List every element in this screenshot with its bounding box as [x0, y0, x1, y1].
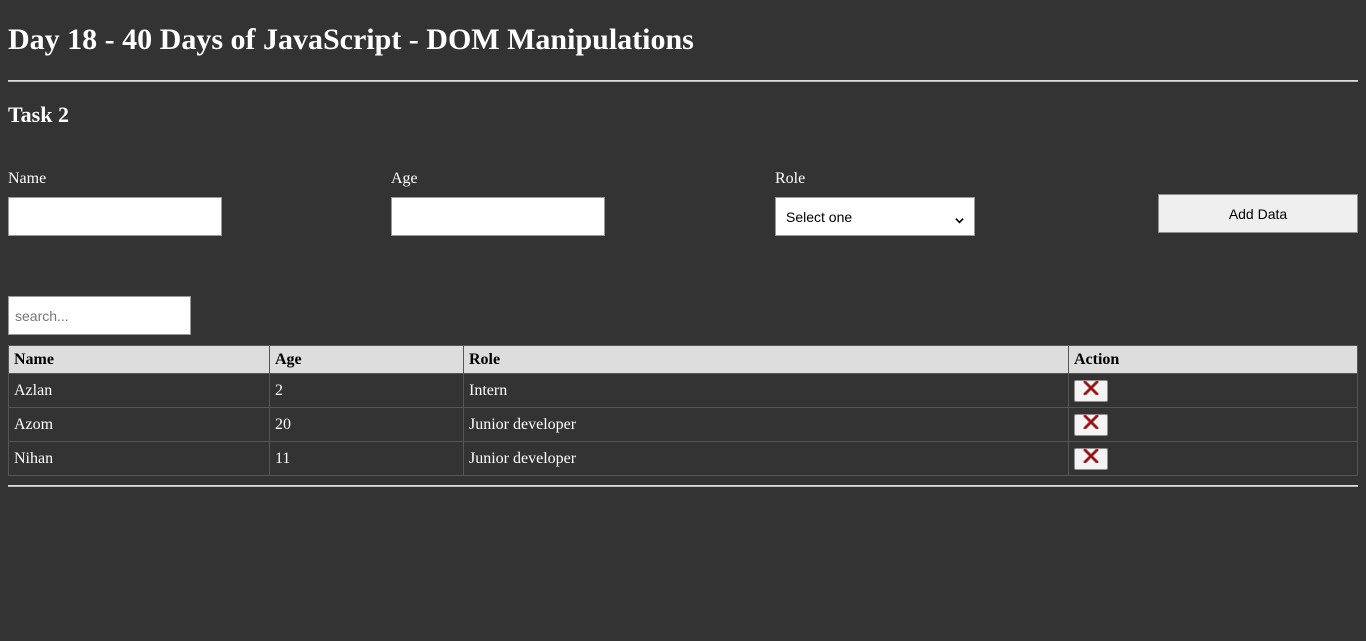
add-data-button[interactable]: Add Data — [1158, 194, 1358, 233]
page-title: Day 18 - 40 Days of JavaScript - DOM Man… — [8, 23, 694, 56]
search-input[interactable] — [8, 296, 191, 335]
table-header-row: Name Age Role Action — [8, 345, 1358, 374]
column-header-action: Action — [1068, 345, 1358, 374]
cell-name: Nihan — [8, 441, 270, 476]
delete-button[interactable] — [1074, 413, 1108, 436]
cell-age: 11 — [269, 441, 464, 476]
page: Day 18 - 40 Days of JavaScript - DOM Man… — [0, 0, 1366, 641]
close-x-icon — [1083, 380, 1099, 400]
name-label: Name — [8, 170, 47, 187]
delete-button[interactable] — [1074, 447, 1108, 470]
data-table: Name Age Role Action Azlan 2 Intern Azom… — [8, 345, 1358, 476]
age-input[interactable] — [391, 197, 605, 236]
close-x-icon — [1083, 414, 1099, 434]
cell-age: 2 — [269, 373, 464, 408]
role-select[interactable]: Select one — [775, 197, 975, 236]
cell-age: 20 — [269, 407, 464, 442]
cell-role: Intern — [463, 373, 1069, 408]
cell-name: Azom — [8, 407, 270, 442]
cell-name: Azlan — [8, 373, 270, 408]
age-label: Age — [391, 170, 418, 187]
cell-action — [1068, 373, 1358, 408]
column-header-role: Role — [463, 345, 1069, 374]
divider — [8, 485, 1358, 487]
column-header-name: Name — [8, 345, 270, 374]
divider — [8, 80, 1358, 82]
cell-action — [1068, 407, 1358, 442]
cell-role: Junior developer — [463, 407, 1069, 442]
table-row: Nihan 11 Junior developer — [8, 441, 1358, 476]
cell-action — [1068, 441, 1358, 476]
chevron-down-icon — [955, 212, 964, 224]
task-heading: Task 2 — [8, 102, 69, 127]
table-row: Azom 20 Junior developer — [8, 407, 1358, 442]
table-row: Azlan 2 Intern — [8, 373, 1358, 408]
column-header-age: Age — [269, 345, 464, 374]
close-x-icon — [1083, 448, 1099, 468]
cell-role: Junior developer — [463, 441, 1069, 476]
role-label: Role — [775, 170, 806, 187]
role-select-value: Select one — [786, 208, 853, 225]
name-input[interactable] — [8, 197, 222, 236]
delete-button[interactable] — [1074, 379, 1108, 402]
